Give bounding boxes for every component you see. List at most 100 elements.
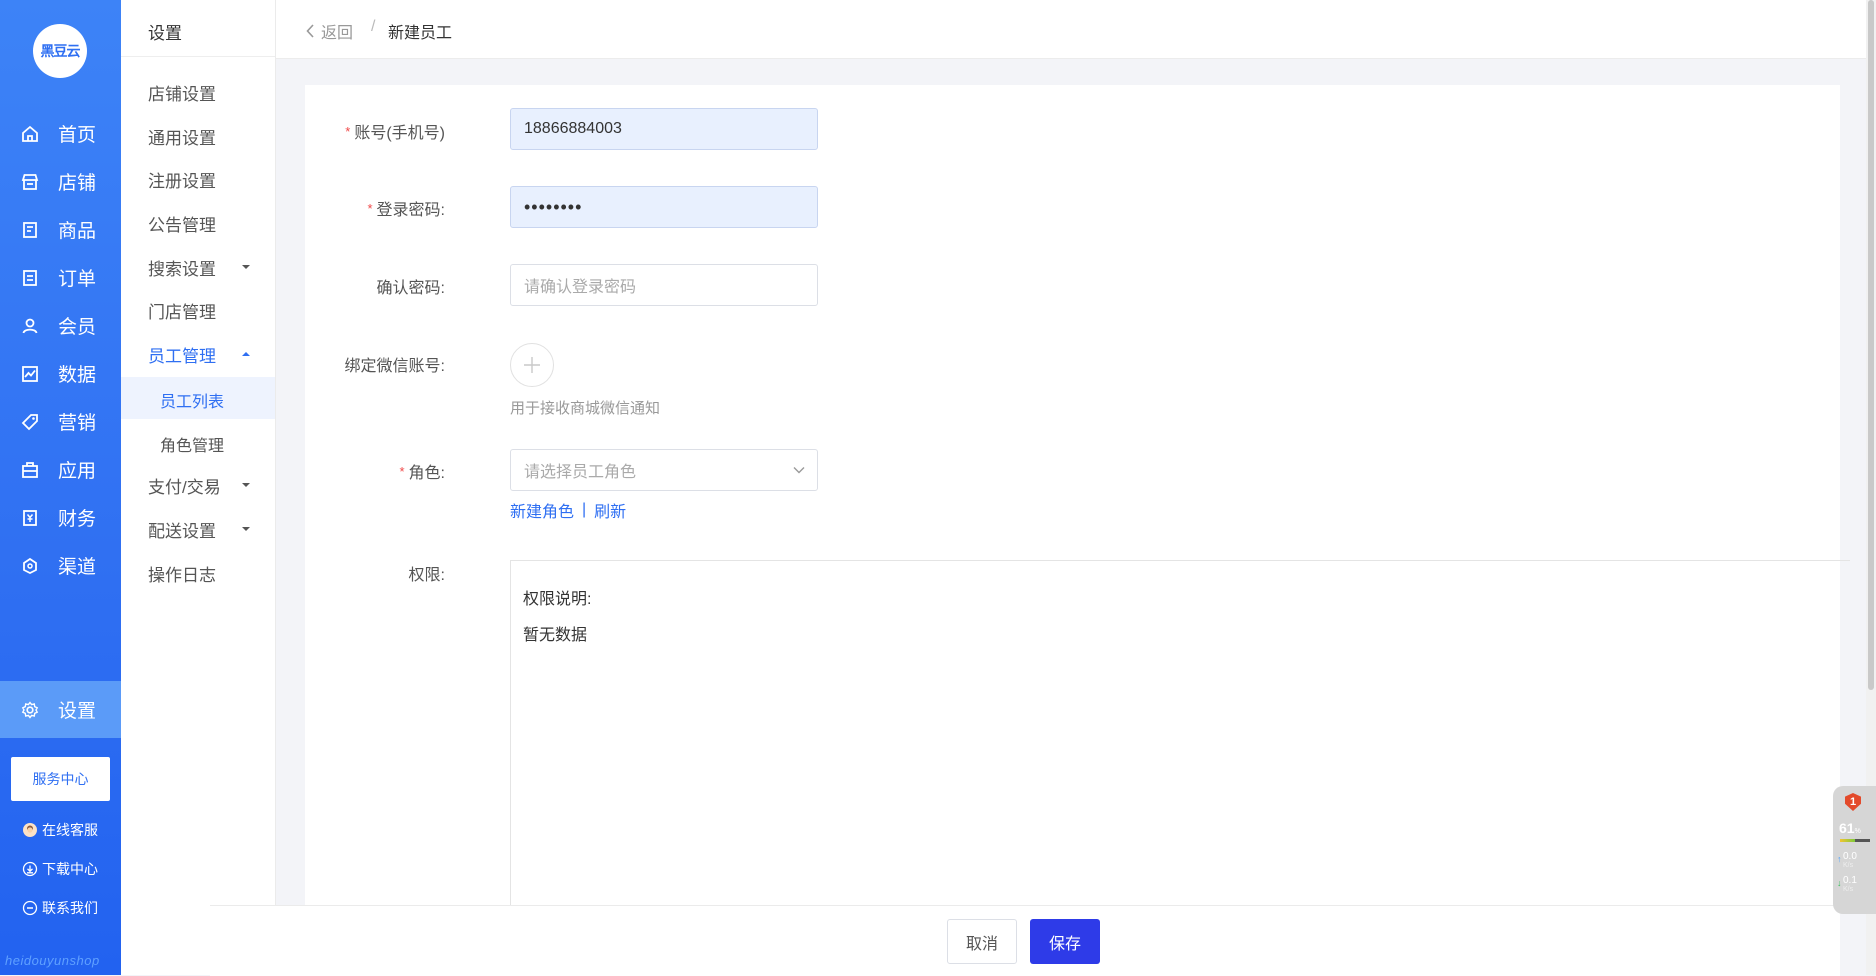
- nav-label: 财务: [58, 509, 97, 530]
- confirm-password-label: 确认密码:: [376, 280, 445, 297]
- home-icon: [22, 125, 38, 142]
- nav-label: 首页: [58, 125, 97, 146]
- submenu-child-staff-list[interactable]: 员工列表: [160, 388, 224, 412]
- nav-label: 订单: [58, 269, 97, 290]
- download-icon: [22, 861, 38, 877]
- app-icon: [22, 462, 38, 478]
- submenu-item-delivery-settings[interactable]: 配送设置: [148, 517, 216, 542]
- service-center-button[interactable]: 服务中心: [11, 757, 110, 801]
- primary-sidebar: 黑豆云 首页 店铺 商品 订单 会员 数据 营销 应用 财务 渠道 设置 服务中…: [0, 0, 121, 975]
- cancel-button[interactable]: 取消: [947, 919, 1017, 964]
- account-label: * 账号(手机号): [345, 119, 445, 143]
- nav-label: 应用: [58, 461, 97, 482]
- new-role-link[interactable]: 新建角色: [510, 498, 574, 522]
- password-label: * 登录密码:: [367, 201, 445, 219]
- submenu-item-operation-log[interactable]: 操作日志: [148, 561, 216, 586]
- permission-panel: 权限说明: 暂无数据: [510, 560, 1850, 940]
- contact-us-link[interactable]: 联系我们: [22, 898, 98, 918]
- brand-watermark: heidouyunshop: [5, 953, 100, 968]
- wechat-label-text: 绑定微信账号: [344, 358, 441, 375]
- role-label-text: 角色: [408, 465, 441, 482]
- account-input[interactable]: 18866884003: [510, 108, 818, 150]
- nav-label: 店铺: [58, 173, 97, 194]
- caret-up-icon: [242, 352, 250, 356]
- back-label: 返回: [321, 25, 354, 42]
- confirm-label-text: 确认密码: [376, 280, 441, 297]
- permission-empty-text: 暂无数据: [523, 627, 588, 644]
- customer-service-icon: [23, 823, 37, 837]
- submenu-item-store-management[interactable]: 门店管理: [148, 298, 216, 323]
- download-center-link[interactable]: 下载中心: [22, 859, 98, 879]
- submenu-item-announcement[interactable]: 公告管理: [148, 211, 216, 236]
- role-placeholder: 请选择员工角色: [524, 464, 637, 481]
- scrollbar-thumb[interactable]: [1868, 0, 1874, 690]
- submenu-item-staff-management[interactable]: 员工管理: [148, 342, 216, 367]
- chevron-down-icon: [793, 467, 805, 474]
- divider: [121, 56, 275, 57]
- contact-icon: [22, 900, 38, 916]
- chevron-left-icon: [306, 24, 314, 38]
- permission-label: 权限:: [408, 567, 445, 584]
- save-button[interactable]: 保存: [1030, 919, 1100, 964]
- nav-item-channel[interactable]: 渠道: [0, 537, 121, 594]
- wechat-tip: 用于接收商城微信通知: [510, 400, 661, 417]
- confirm-password-input[interactable]: 请确认登录密码: [510, 264, 818, 306]
- finance-icon: [23, 510, 37, 526]
- submenu-item-payment[interactable]: 支付/交易: [148, 473, 221, 498]
- permission-title: 权限说明:: [523, 591, 592, 608]
- back-link[interactable]: 返回: [306, 19, 353, 43]
- submenu-item-register-settings[interactable]: 注册设置: [148, 167, 216, 192]
- upload-speed: 0.0 K/s: [1843, 851, 1857, 869]
- channel-icon: [23, 557, 37, 575]
- download-arrow-icon: ↓: [1837, 878, 1842, 888]
- refresh-link[interactable]: 刷新: [594, 498, 626, 522]
- password-input[interactable]: ••••••••: [510, 186, 818, 228]
- account-label-text: 账号(手机号): [354, 125, 445, 142]
- required-mark: *: [345, 124, 351, 139]
- online-service-link[interactable]: 在线客服: [22, 820, 98, 840]
- password-label-text: 登录密码: [376, 202, 441, 219]
- memory-bar: [1840, 839, 1870, 842]
- store-icon: [21, 174, 39, 190]
- nav-label: 设置: [58, 701, 97, 722]
- plus-icon: [524, 357, 540, 373]
- nav-label: 渠道: [58, 557, 97, 578]
- submenu-item-general-settings[interactable]: 通用设置: [148, 124, 216, 149]
- nav-label: 商品: [58, 221, 97, 242]
- nav-label: 数据: [58, 365, 97, 386]
- link-label: 下载中心: [42, 861, 98, 877]
- logo[interactable]: 黑豆云: [33, 24, 87, 78]
- download-speed: 0.1 K/s: [1843, 875, 1857, 893]
- submenu-child-role-management[interactable]: 角色管理: [160, 432, 224, 456]
- required-mark: *: [367, 201, 373, 216]
- role-link-divider: |: [582, 501, 587, 518]
- memory-percent: 61%: [1839, 820, 1861, 836]
- goods-icon: [23, 222, 37, 238]
- submenu-item-store-settings[interactable]: 店铺设置: [148, 80, 216, 105]
- nav-item-settings[interactable]: 设置: [0, 681, 121, 738]
- submenu-item-search-settings[interactable]: 搜索设置: [148, 255, 216, 280]
- chart-icon: [22, 366, 38, 382]
- nav-label: 营销: [58, 413, 97, 434]
- member-icon: [22, 318, 38, 334]
- required-mark: *: [399, 464, 405, 479]
- role-select[interactable]: 请选择员工角色: [510, 449, 818, 491]
- submenu-title: 设置: [148, 24, 182, 43]
- caret-down-icon: [242, 265, 250, 269]
- logo-text: 黑豆云: [40, 43, 81, 59]
- role-label: * 角色:: [399, 464, 445, 482]
- bind-wechat-button[interactable]: [510, 343, 554, 387]
- shield-badge-icon: 1: [1845, 793, 1861, 811]
- wechat-label: 绑定微信账号:: [344, 358, 445, 375]
- caret-down-icon: [242, 483, 250, 487]
- order-icon: [23, 270, 37, 286]
- upload-arrow-icon: ↑: [1837, 854, 1842, 864]
- system-monitor-widget[interactable]: 1 61% ↑ 0.0 K/s ↓ 0.1 K/s: [1833, 786, 1876, 914]
- gear-icon: [21, 701, 39, 719]
- link-label: 在线客服: [42, 822, 98, 838]
- nav-label: 会员: [58, 317, 97, 338]
- breadcrumb-separator: /: [371, 18, 376, 35]
- link-label: 联系我们: [42, 900, 98, 916]
- page-title: 新建员工: [388, 25, 453, 42]
- top-bar: 返回 / 新建员工: [276, 0, 1876, 59]
